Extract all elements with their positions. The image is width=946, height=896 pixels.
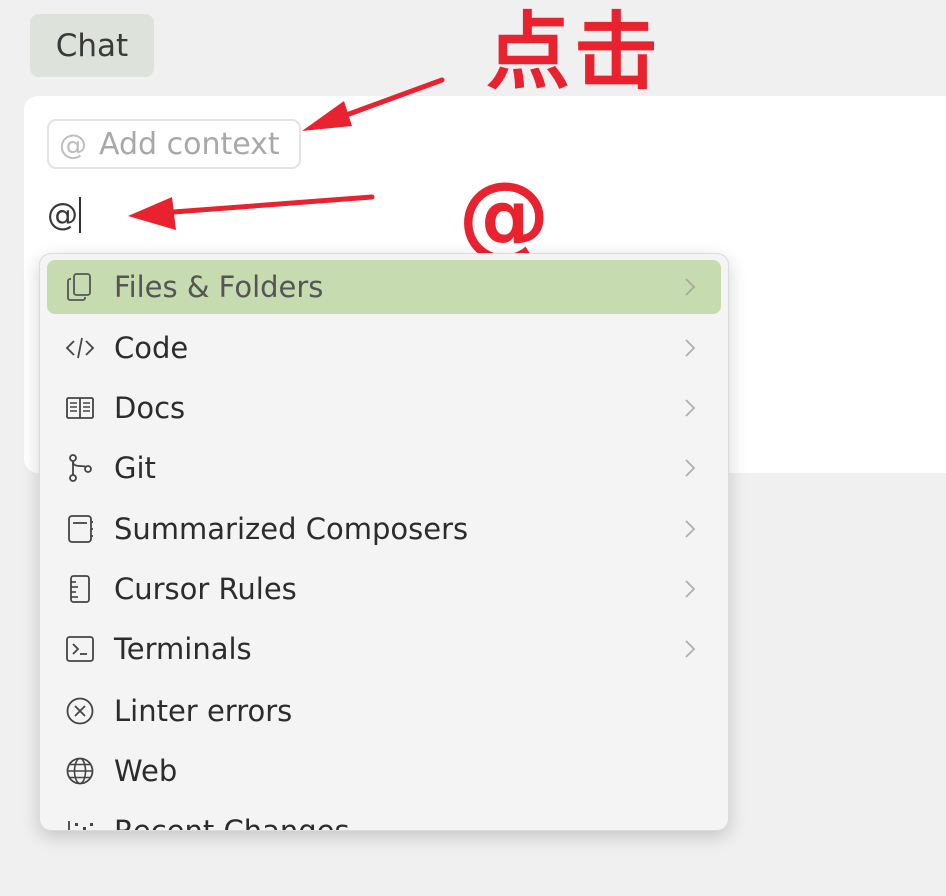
menu-item-code[interactable]: Code bbox=[47, 321, 721, 375]
notebook-icon bbox=[68, 515, 93, 543]
chat-input-value: @ bbox=[47, 197, 78, 233]
chevron-right-icon bbox=[685, 520, 696, 538]
book-icon bbox=[66, 397, 94, 419]
error-circle-icon bbox=[66, 697, 94, 725]
ruler-doc-icon bbox=[70, 575, 90, 603]
chat-tab-label: Chat bbox=[55, 27, 129, 64]
annotation-click-text: 点击 bbox=[486, 3, 663, 101]
menu-item-label: Code bbox=[114, 331, 189, 365]
menu-item-summarized-composers[interactable]: Summarized Composers bbox=[47, 502, 721, 556]
chat-input[interactable]: @ bbox=[47, 193, 81, 237]
at-sign-icon: @ bbox=[59, 127, 87, 161]
code-icon bbox=[65, 337, 95, 359]
recent-changes-icon bbox=[68, 821, 93, 830]
chat-tab[interactable]: Chat bbox=[30, 14, 154, 77]
menu-item-label: Terminals bbox=[114, 632, 252, 666]
chevron-right-icon bbox=[685, 339, 696, 357]
files-icon bbox=[67, 273, 91, 301]
add-context-label: Add context bbox=[99, 126, 280, 162]
menu-item-label: Files & Folders bbox=[114, 270, 324, 304]
chevron-right-icon bbox=[685, 399, 696, 417]
annotation-at-text: @ bbox=[458, 162, 550, 269]
menu-item-label: Linter errors bbox=[114, 694, 293, 728]
menu-item-recent-changes[interactable]: Recent Changes bbox=[47, 804, 721, 831]
globe-icon bbox=[66, 757, 94, 785]
chevron-right-icon bbox=[685, 580, 696, 598]
menu-item-label: Docs bbox=[114, 391, 186, 425]
menu-item-cursor-rules[interactable]: Cursor Rules bbox=[47, 562, 721, 616]
text-caret bbox=[79, 197, 81, 233]
add-context-button[interactable]: @ Add context bbox=[47, 119, 301, 169]
menu-item-label: Git bbox=[114, 451, 156, 485]
menu-item-terminals[interactable]: Terminals bbox=[47, 622, 721, 676]
chevron-right-icon bbox=[685, 640, 696, 658]
menu-item-git[interactable]: Git bbox=[47, 441, 721, 495]
menu-item-files-folders[interactable]: Files & Folders bbox=[47, 260, 721, 314]
menu-item-linter-errors[interactable]: Linter errors bbox=[47, 684, 721, 738]
menu-item-label: Summarized Composers bbox=[114, 512, 469, 546]
context-menu: Files & Folders Code Docs Git Summarized… bbox=[39, 253, 729, 831]
terminal-icon bbox=[66, 636, 94, 662]
git-branch-icon bbox=[69, 454, 92, 482]
menu-item-label: Cursor Rules bbox=[114, 572, 297, 606]
menu-item-docs[interactable]: Docs bbox=[47, 381, 721, 435]
menu-item-label: Web bbox=[114, 754, 178, 788]
chevron-right-icon bbox=[685, 459, 696, 477]
chevron-right-icon bbox=[685, 278, 696, 296]
menu-item-web[interactable]: Web bbox=[47, 744, 721, 798]
menu-item-label: Recent Changes bbox=[114, 814, 350, 831]
